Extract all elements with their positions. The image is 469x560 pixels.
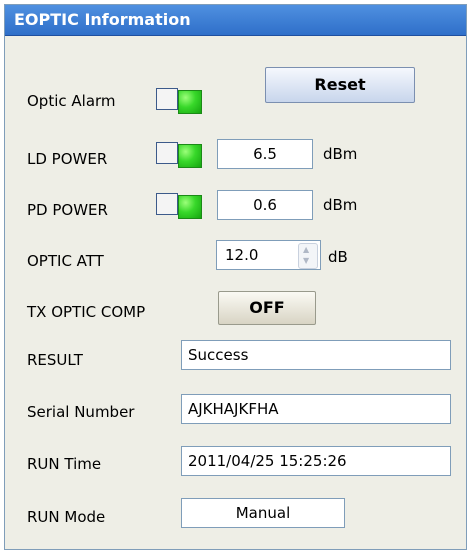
spin-down-icon[interactable]: ▼: [303, 256, 309, 266]
optic-att-spinner[interactable]: 12.0 ▲ ▼: [216, 240, 321, 270]
spin-up-icon[interactable]: ▲: [303, 245, 309, 255]
optic-alarm-led-icon: [178, 90, 202, 114]
pd-power-field[interactable]: 0.6: [217, 190, 313, 220]
optic-alarm-checkbox[interactable]: [156, 88, 178, 110]
result-label: RESULT: [27, 351, 83, 369]
tx-optic-comp-button[interactable]: OFF: [218, 291, 316, 325]
optic-alarm-indicator: [156, 88, 214, 114]
ld-power-indicator: [156, 142, 214, 168]
optic-att-value: 12.0: [225, 246, 259, 264]
ld-power-field[interactable]: 6.5: [217, 139, 313, 169]
reset-button[interactable]: Reset: [265, 67, 415, 103]
serial-number-field[interactable]: AJKHAJKFHA: [181, 394, 451, 424]
run-mode-field[interactable]: Manual: [181, 498, 345, 528]
optic-att-label: OPTIC ATT: [27, 252, 104, 270]
ld-power-unit: dBm: [323, 145, 358, 163]
run-time-label: RUN Time: [27, 455, 102, 473]
pd-power-label: PD POWER: [27, 201, 108, 219]
pd-power-checkbox[interactable]: [156, 193, 178, 215]
optic-alarm-label: Optic Alarm: [27, 92, 116, 110]
tx-optic-comp-label: TX OPTIC COMP: [27, 303, 146, 321]
ld-power-led-icon: [178, 144, 202, 168]
panel-title: EOPTIC Information: [5, 5, 466, 36]
pd-power-led-icon: [178, 195, 202, 219]
pd-power-indicator: [156, 193, 214, 219]
ld-power-checkbox[interactable]: [156, 142, 178, 164]
eoptic-panel: EOPTIC Information Optic Alarm Reset LD …: [4, 4, 467, 550]
ld-power-label: LD POWER: [27, 150, 108, 168]
serial-number-label: Serial Number: [27, 403, 135, 421]
run-mode-label: RUN Mode: [27, 508, 106, 526]
run-time-field[interactable]: 2011/04/25 15:25:26: [181, 446, 451, 476]
pd-power-unit: dBm: [323, 196, 358, 214]
result-field[interactable]: Success: [181, 340, 451, 370]
spinner-arrows-icon[interactable]: ▲ ▼: [298, 243, 318, 269]
optic-att-unit: dB: [328, 248, 348, 266]
